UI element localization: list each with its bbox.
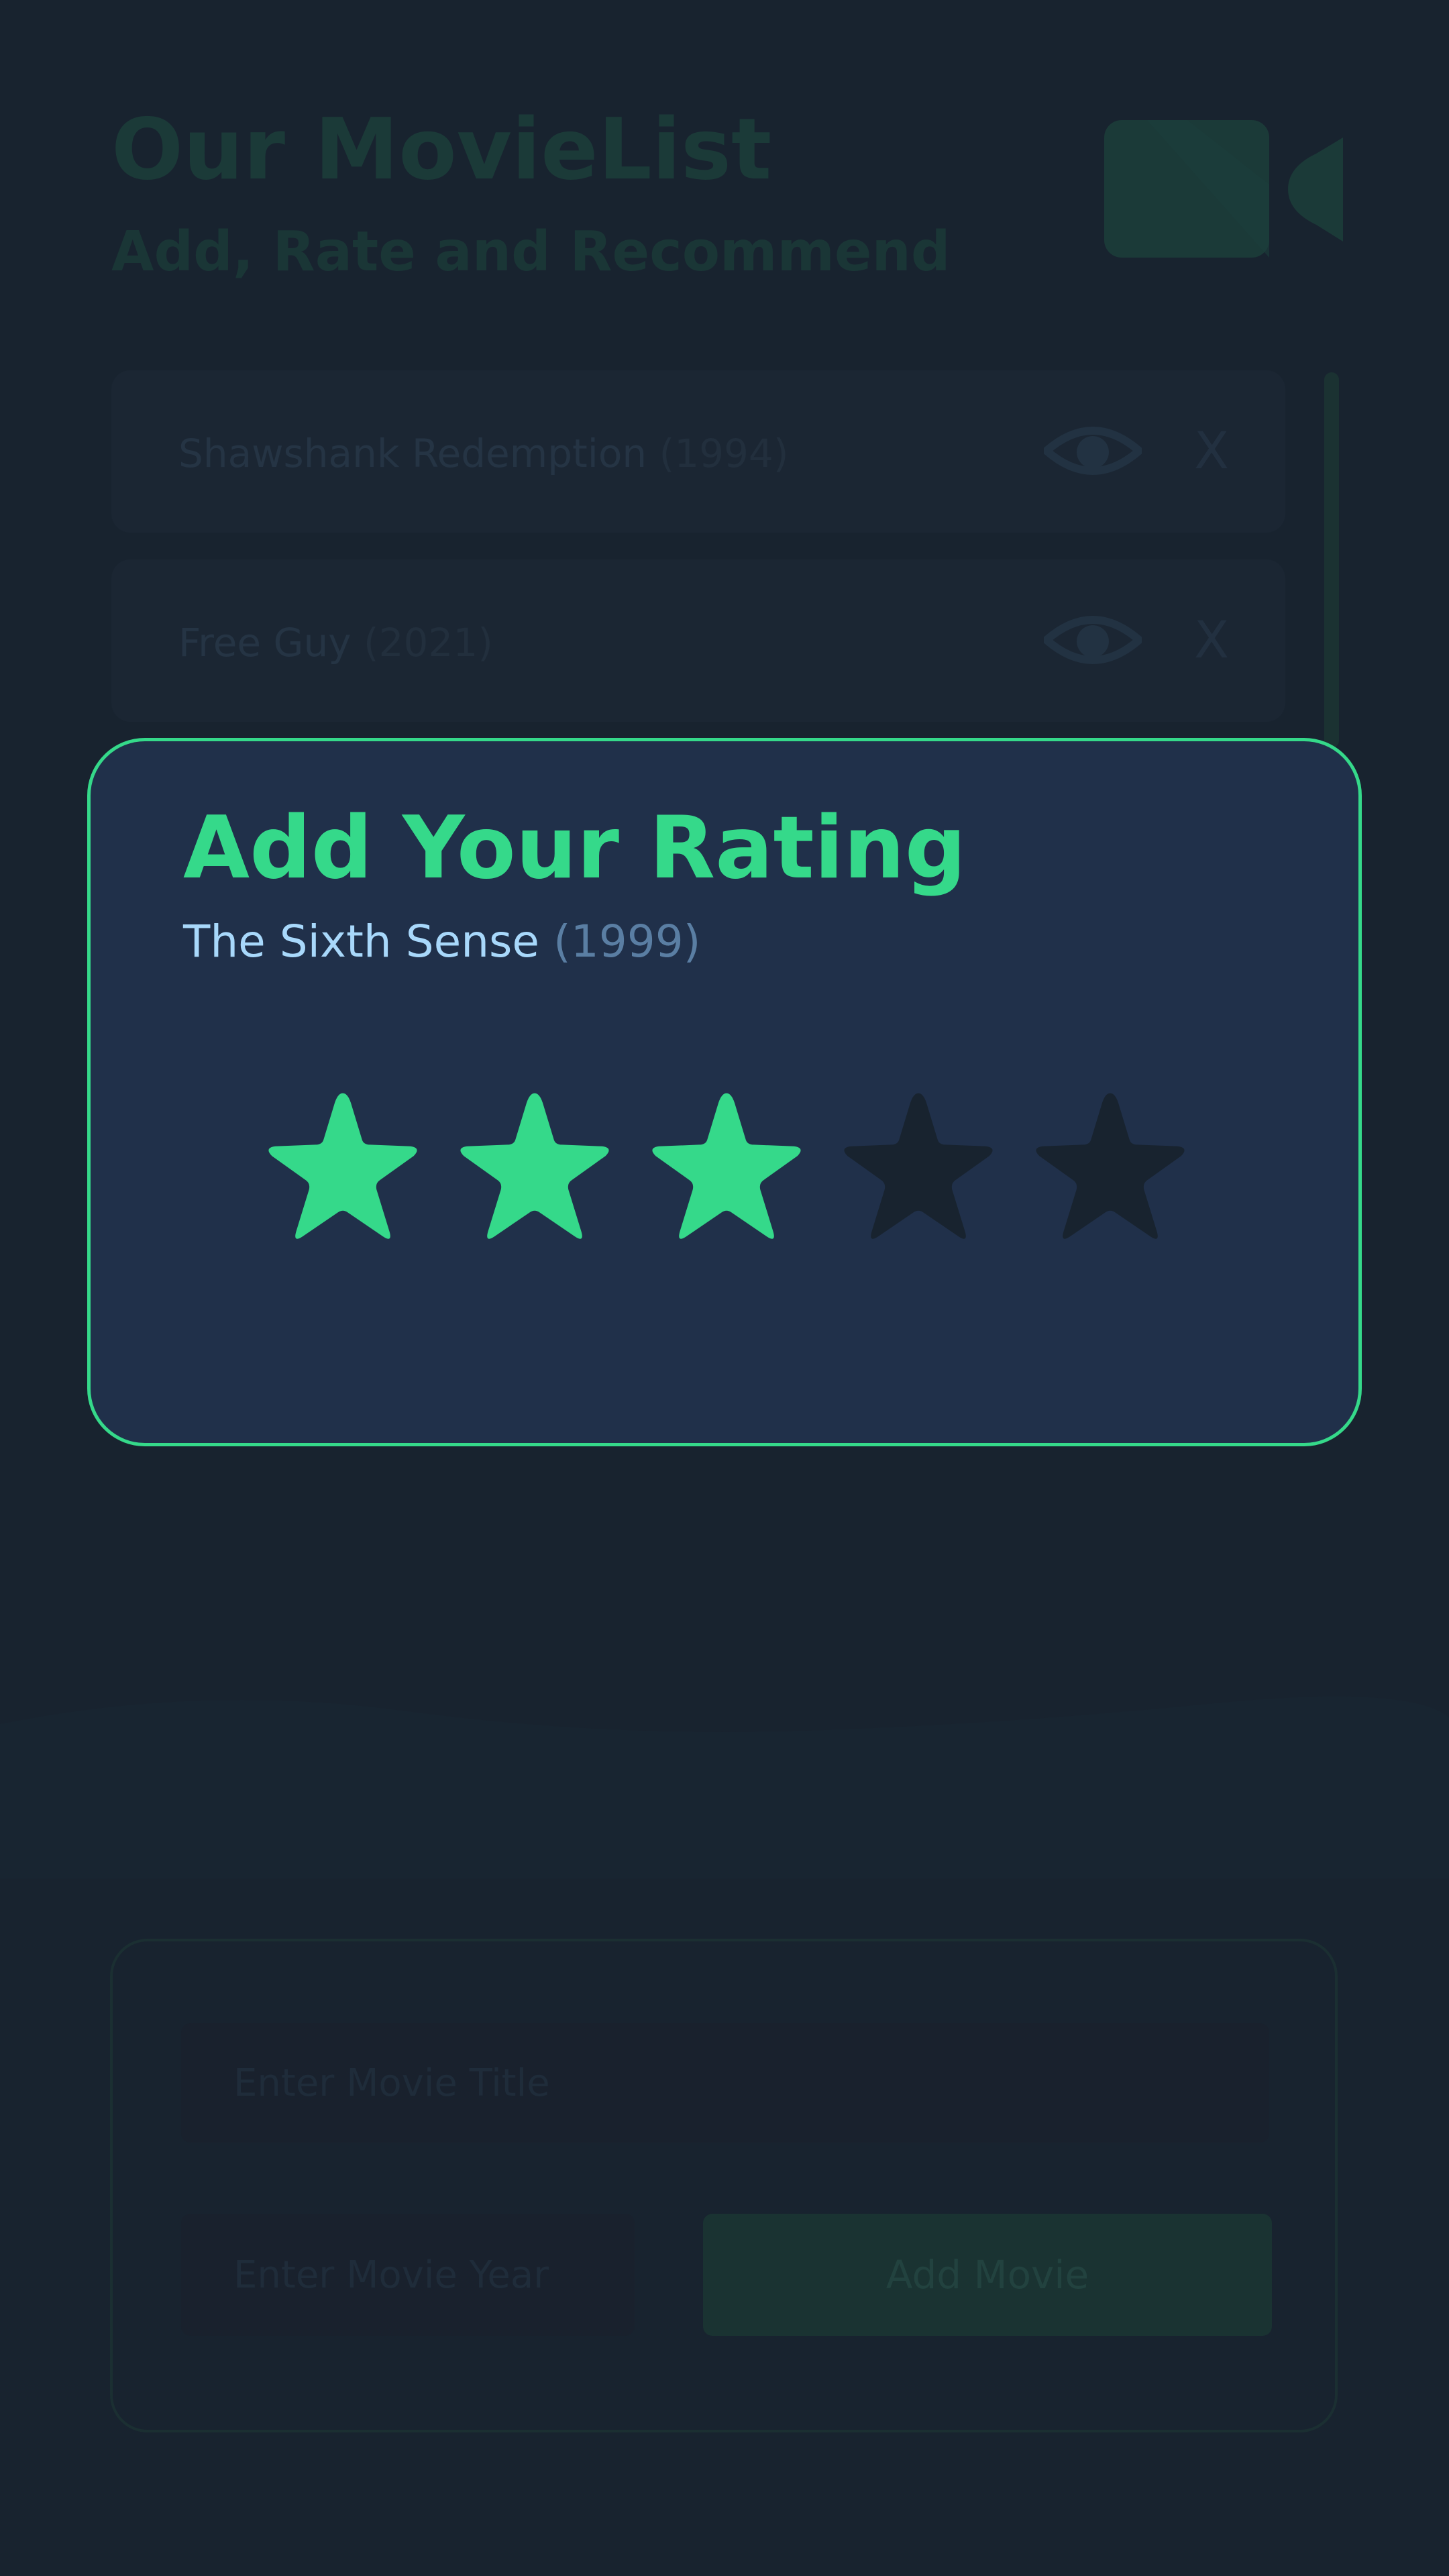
star-icon-filled[interactable] (645, 1087, 808, 1248)
movie-title-text: Free Guy (178, 620, 352, 665)
add-movie-button[interactable]: Add Movie (703, 2214, 1272, 2336)
movie-title: Free Guy (2021) (178, 620, 493, 665)
eye-icon[interactable] (1044, 419, 1142, 483)
wave-decoration (0, 1696, 1449, 1878)
modal-title: Add Your Rating (183, 798, 967, 898)
star-icon-empty[interactable] (837, 1087, 1000, 1248)
rated-movie: The Sixth Sense (1999) (183, 920, 700, 964)
star-icon-empty[interactable] (1028, 1087, 1192, 1248)
star-icon-filled[interactable] (261, 1087, 425, 1248)
movie-list-screen: Our MovieList Add, Rate and Recommend Sh… (0, 0, 1449, 2576)
movie-list-item[interactable]: Shawshank Redemption (1994) X (111, 370, 1285, 533)
app-subtitle: Add, Rate and Recommend (111, 220, 951, 284)
movie-camera-icon (1104, 120, 1343, 258)
movie-title: Shawshank Redemption (1994) (178, 431, 788, 476)
movie-title-input[interactable] (181, 2023, 1269, 2143)
movie-year: (1994) (659, 431, 789, 476)
movie-year: (2021) (363, 620, 493, 665)
movie-title-text: Shawshank Redemption (178, 431, 647, 476)
delete-movie-button[interactable]: X (1185, 606, 1238, 674)
rated-movie-year: (1999) (553, 916, 701, 967)
movie-list-item[interactable]: Free Guy (2021) X (111, 559, 1285, 722)
add-movie-form: Add Movie (110, 1939, 1338, 2432)
star-icon-filled[interactable] (453, 1087, 616, 1248)
delete-movie-button[interactable]: X (1185, 417, 1238, 484)
eye-icon[interactable] (1044, 608, 1142, 672)
rated-movie-title: The Sixth Sense (183, 916, 540, 967)
app-title: Our MovieList (111, 100, 772, 199)
movie-year-input[interactable] (181, 2214, 635, 2336)
star-rating (261, 1087, 1294, 1261)
movie-list: Shawshank Redemption (1994) X Free Guy (… (111, 370, 1285, 749)
list-scrollbar[interactable] (1324, 372, 1339, 748)
rating-modal: Add Your Rating The Sixth Sense (1999) (87, 738, 1362, 1446)
